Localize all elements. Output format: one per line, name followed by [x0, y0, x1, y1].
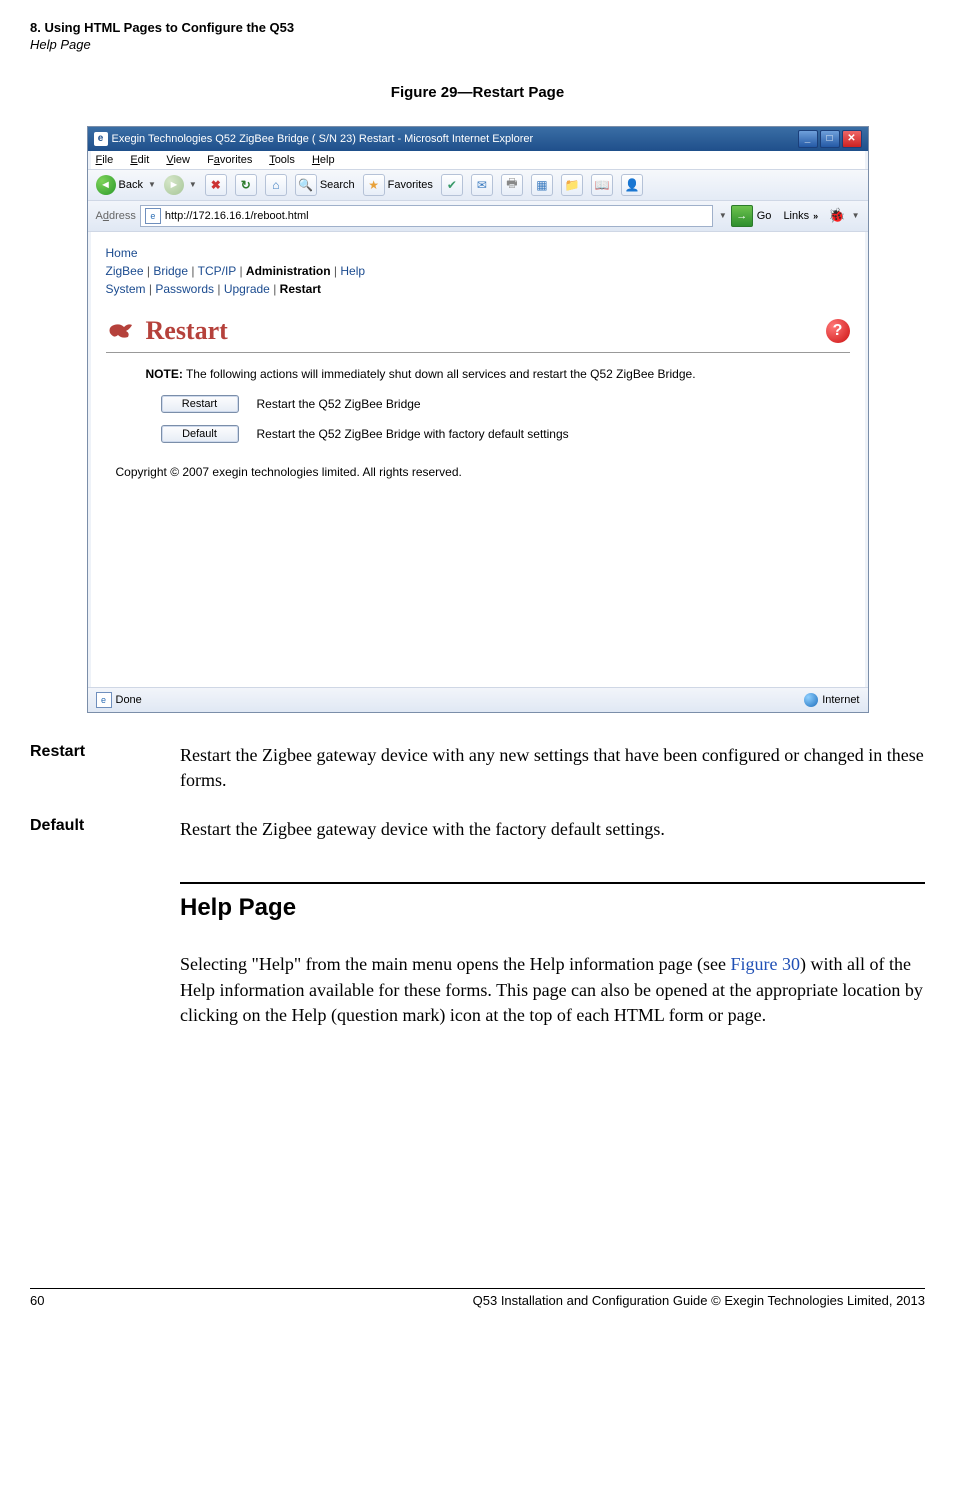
figure-ref-link[interactable]: Figure 30	[731, 954, 801, 974]
ie-window: e Exegin Technologies Q52 ZigBee Bridge …	[87, 126, 869, 713]
go-label: Go	[757, 210, 772, 222]
back-button[interactable]: ◄ Back ▼	[96, 175, 156, 195]
term-default: Default	[30, 817, 180, 842]
back-label: Back	[119, 179, 143, 191]
crumb-passwords[interactable]: Passwords	[155, 282, 214, 296]
copyright-text: Copyright © 2007 exegin technologies lim…	[116, 465, 850, 479]
note-label: NOTE:	[146, 367, 183, 381]
restart-desc: Restart the Q52 ZigBee Bridge	[257, 397, 421, 411]
stop-button[interactable]: ✖	[205, 174, 227, 196]
star-icon: ★	[363, 174, 385, 196]
back-icon: ◄	[96, 175, 116, 195]
crumb-system[interactable]: System	[106, 282, 146, 296]
globe-icon	[804, 693, 818, 707]
help-body-pre: Selecting "Help" from the main menu open…	[180, 954, 731, 974]
folder-button[interactable]: 📁	[561, 174, 583, 196]
chevron-down-icon: ▼	[189, 180, 197, 189]
close-button[interactable]: ✕	[842, 130, 862, 148]
plugin-icon[interactable]: 🐞	[828, 207, 845, 224]
chapter-title: 8. Using HTML Pages to Configure the Q53	[30, 20, 925, 37]
status-bar: e Done Internet	[88, 687, 868, 712]
crumb-upgrade[interactable]: Upgrade	[224, 282, 270, 296]
url-text: http://172.16.16.1/reboot.html	[165, 210, 309, 222]
menu-bar: File Edit View Favorites Tools Help	[88, 151, 868, 170]
crumb-zigbee[interactable]: ZigBee	[106, 264, 144, 278]
note-text: NOTE: The following actions will immedia…	[146, 367, 850, 381]
breadcrumb: Home ZigBee | Bridge | TCP/IP | Administ…	[106, 244, 850, 298]
search-button[interactable]: 🔍 Search	[295, 174, 355, 196]
address-label: Address	[96, 210, 136, 222]
search-label: Search	[320, 179, 355, 191]
page-footer: 60 Q53 Installation and Configuration Gu…	[30, 1288, 925, 1328]
crumb-administration[interactable]: Administration	[246, 264, 331, 278]
links-expand-icon[interactable]: »	[813, 211, 818, 221]
note-body: The following actions will immediately s…	[183, 367, 696, 381]
crumb-home[interactable]: Home	[106, 246, 138, 260]
desc-default: Restart the Zigbee gateway device with t…	[180, 817, 925, 842]
page-icon: e	[145, 208, 161, 224]
status-text: Done	[116, 694, 142, 706]
page-number: 60	[30, 1293, 44, 1308]
crumb-help[interactable]: Help	[340, 264, 365, 278]
edit-button[interactable]: ▦	[531, 174, 553, 196]
refresh-button[interactable]: ↻	[235, 174, 257, 196]
address-bar: Address e http://172.16.16.1/reboot.html…	[88, 201, 868, 232]
term-restart: Restart	[30, 743, 180, 793]
default-desc: Restart the Q52 ZigBee Bridge with facto…	[257, 427, 569, 441]
desc-restart: Restart the Zigbee gateway device with a…	[180, 743, 925, 793]
help-icon[interactable]: ?	[826, 319, 850, 343]
favorites-button[interactable]: ★ Favorites	[363, 174, 433, 196]
menu-file[interactable]: File	[96, 154, 114, 166]
crumb-bridge[interactable]: Bridge	[153, 264, 188, 278]
forward-icon: ►	[164, 175, 184, 195]
home-button[interactable]: ⌂	[265, 174, 287, 196]
research-button[interactable]: 📖	[591, 174, 613, 196]
menu-favorites[interactable]: Favorites	[207, 154, 252, 166]
page-icon: e	[96, 692, 112, 708]
crumb-tcpip[interactable]: TCP/IP	[198, 264, 236, 278]
menu-view[interactable]: View	[166, 154, 190, 166]
print-button[interactable]: 🖶	[501, 174, 523, 196]
logo-icon	[106, 319, 136, 343]
section-rule	[180, 882, 925, 884]
zone-text: Internet	[822, 694, 859, 706]
figure-caption: Figure 29—Restart Page	[30, 84, 925, 101]
window-title: Exegin Technologies Q52 ZigBee Bridge ( …	[112, 133, 534, 145]
crumb-restart[interactable]: Restart	[280, 282, 321, 296]
minimize-button[interactable]: _	[798, 130, 818, 148]
titlebar: e Exegin Technologies Q52 ZigBee Bridge …	[88, 127, 868, 151]
mail-button[interactable]: ✉	[471, 174, 493, 196]
section-name: Help Page	[30, 37, 925, 54]
restart-button[interactable]: Restart	[161, 395, 239, 413]
chevron-down-icon: ▼	[852, 211, 860, 220]
search-icon: 🔍	[295, 174, 317, 196]
page-heading: Restart	[146, 316, 228, 346]
menu-help[interactable]: Help	[312, 154, 335, 166]
address-field[interactable]: e http://172.16.16.1/reboot.html	[140, 205, 713, 227]
default-button[interactable]: Default	[161, 425, 239, 443]
section-heading: Help Page	[180, 894, 925, 922]
help-body: Selecting "Help" from the main menu open…	[180, 952, 925, 1028]
running-header: 8. Using HTML Pages to Configure the Q53…	[30, 20, 925, 54]
chevron-down-icon: ▼	[148, 180, 156, 189]
history-button[interactable]: ✔	[441, 174, 463, 196]
menu-tools[interactable]: Tools	[269, 154, 295, 166]
favorites-label: Favorites	[388, 179, 433, 191]
maximize-button[interactable]: □	[820, 130, 840, 148]
links-label[interactable]: Links	[783, 210, 809, 222]
go-button[interactable]: →	[731, 205, 753, 227]
forward-button[interactable]: ► ▼	[164, 175, 197, 195]
chevron-down-icon[interactable]: ▼	[719, 211, 727, 220]
messenger-button[interactable]: 👤	[621, 174, 643, 196]
ie-icon: e	[94, 132, 108, 146]
page-content: Home ZigBee | Bridge | TCP/IP | Administ…	[88, 232, 868, 687]
menu-edit[interactable]: Edit	[130, 154, 149, 166]
toolbar: ◄ Back ▼ ► ▼ ✖ ↻ ⌂ 🔍 Search ★ Favorites …	[88, 170, 868, 201]
footer-text: Q53 Installation and Configuration Guide…	[473, 1293, 925, 1308]
